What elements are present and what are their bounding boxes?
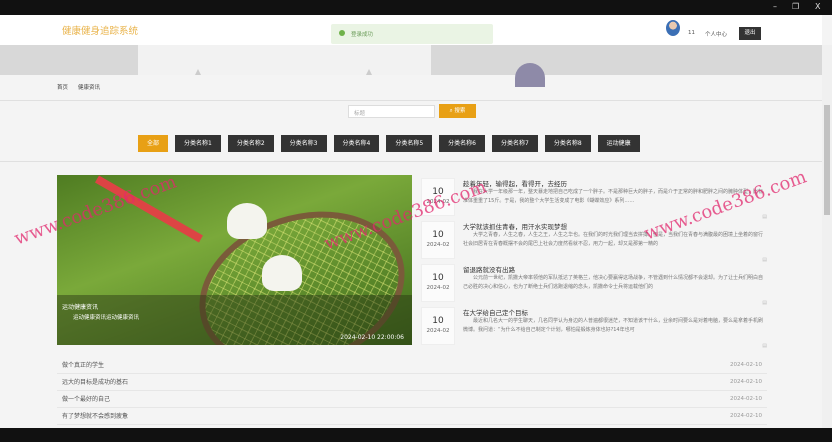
search-button[interactable]: ⌕ 搜索 xyxy=(439,104,476,118)
divider xyxy=(0,161,822,162)
divider xyxy=(0,100,822,101)
list-item[interactable]: 做一个最好的自己 2024-02-10 xyxy=(57,391,767,408)
document-icon: ▤ xyxy=(762,257,767,263)
category-8[interactable]: 分类名称8 xyxy=(544,135,591,152)
article-day: 10 xyxy=(432,273,444,283)
avatar[interactable] xyxy=(666,20,680,36)
featured-title[interactable]: 运动健康资讯 xyxy=(62,302,98,311)
document-icon: ▤ xyxy=(762,214,767,220)
scrollbar[interactable] xyxy=(822,45,832,428)
site-logo[interactable]: 健康健身追踪系统 xyxy=(62,23,138,37)
success-toast: 登录成功 xyxy=(331,24,493,44)
article-day: 10 xyxy=(432,230,444,240)
search-button-label: 搜索 xyxy=(454,108,466,114)
carousel-indicator[interactable] xyxy=(366,69,372,75)
close-button[interactable]: X xyxy=(815,2,820,11)
article-title[interactable]: 在大学给自己定个目标 xyxy=(463,307,528,317)
article-title[interactable]: 留退路就没有出路 xyxy=(463,264,515,274)
window-titlebar: – ❐ X xyxy=(0,0,832,15)
carousel-indicator[interactable] xyxy=(195,69,201,75)
document-icon: ▤ xyxy=(762,343,767,349)
list-item[interactable]: 远大的目标是成功的基石 2024-02-10 xyxy=(57,374,767,391)
scrollbar-thumb[interactable] xyxy=(824,105,830,215)
minimize-button[interactable]: – xyxy=(773,2,777,11)
list-title[interactable]: 远大的目标是成功的基石 xyxy=(62,379,128,386)
article-item[interactable]: 10 2024-02 留退路就没有出路 公元前一世纪，凯撒大帝率领他的军队抵达了英… xyxy=(421,264,767,306)
article-excerpt: 大学之青春，人生之春，人生之王，人生之华也。在我们的时光我们理当去拼搏。但是，当… xyxy=(463,232,763,247)
list-title[interactable]: 有了梦想就不会感到疲惫 xyxy=(62,413,128,420)
breadcrumb-current: 健康资讯 xyxy=(78,85,101,91)
article-title[interactable]: 大学就该抓住青春，用汗水实现梦想 xyxy=(463,221,567,231)
article-item[interactable]: 10 2024-02 大学就该抓住青春，用汗水实现梦想 大学之青春，人生之春，人生… xyxy=(421,221,767,263)
category-1[interactable]: 分类名称1 xyxy=(175,135,221,152)
username: 11 xyxy=(688,30,695,36)
carousel-slide xyxy=(138,45,431,75)
article-item[interactable]: 10 2024-02 在大学给自己定个目标 最近和几名大一的学生聊天，几名同学认为… xyxy=(421,307,767,349)
article-excerpt: 最近和几名大一的学生聊天，几名同学认为身边的人普遍都很迷茫，不知道该干什么，业余… xyxy=(463,318,763,333)
list-item[interactable]: 做个真正的学生 2024-02-10 xyxy=(57,357,767,374)
taskbar xyxy=(0,428,832,442)
banner-graphic xyxy=(515,63,545,87)
date-box: 10 2024-02 xyxy=(421,221,455,259)
user-center-link[interactable]: 个人中心 xyxy=(705,30,727,38)
toast-message: 登录成功 xyxy=(351,32,374,38)
category-2[interactable]: 分类名称2 xyxy=(227,135,274,152)
list-title[interactable]: 做个真正的学生 xyxy=(62,362,104,369)
list-date: 2024-02-10 xyxy=(730,379,762,385)
article-excerpt: 公元前一世纪，凯撒大帝率领他的军队抵达了英格兰，他决心要赢得这场战争，不管遇到什… xyxy=(463,275,763,290)
list-date: 2024-02-10 xyxy=(730,362,762,368)
article-month: 2024-02 xyxy=(426,285,450,291)
category-3[interactable]: 分类名称3 xyxy=(280,135,327,152)
shuttlecock-graphic xyxy=(227,203,267,239)
date-box: 10 2024-02 xyxy=(421,264,455,302)
restore-button[interactable]: ❐ xyxy=(792,2,799,11)
featured-time: 2024-02-10 22:00:06 xyxy=(340,334,404,341)
featured-subtitle: 运动健康资讯运动健康资讯 xyxy=(73,315,140,321)
breadcrumb-home[interactable]: 首页 xyxy=(57,85,68,91)
category-all[interactable]: 全部 xyxy=(138,135,169,152)
category-sports-health[interactable]: 运动健康 xyxy=(597,135,640,152)
article-day: 10 xyxy=(432,316,444,326)
logout-button[interactable]: 退出 xyxy=(739,27,761,40)
category-5[interactable]: 分类名称5 xyxy=(386,135,433,152)
list-title[interactable]: 做一个最好的自己 xyxy=(62,396,110,403)
list-item[interactable]: 有了梦想就不会感到疲惫 2024-02-10 xyxy=(57,408,767,425)
article-month: 2024-02 xyxy=(426,328,450,334)
search-input[interactable]: 标题 xyxy=(348,105,435,118)
article-month: 2024-02 xyxy=(426,242,450,248)
featured-caption: 运动健康资讯 运动健康资讯运动健康资讯 2024-02-10 22:00:06 xyxy=(57,295,412,345)
check-icon xyxy=(339,30,345,36)
shuttlecock-graphic xyxy=(262,255,302,291)
date-box: 10 2024-02 xyxy=(421,307,455,345)
breadcrumb: 首页 健康资讯 xyxy=(57,83,110,91)
list-date: 2024-02-10 xyxy=(730,413,762,419)
list-date: 2024-02-10 xyxy=(730,396,762,402)
document-icon: ▤ xyxy=(762,300,767,306)
category-4[interactable]: 分类名称4 xyxy=(333,135,380,152)
category-tabs: 全部 分类名称1 分类名称2 分类名称3 分类名称4 分类名称5 分类名称6 分… xyxy=(138,135,640,152)
category-7[interactable]: 分类名称7 xyxy=(491,135,538,152)
category-6[interactable]: 分类名称6 xyxy=(439,135,485,152)
banner-carousel[interactable] xyxy=(0,45,822,87)
